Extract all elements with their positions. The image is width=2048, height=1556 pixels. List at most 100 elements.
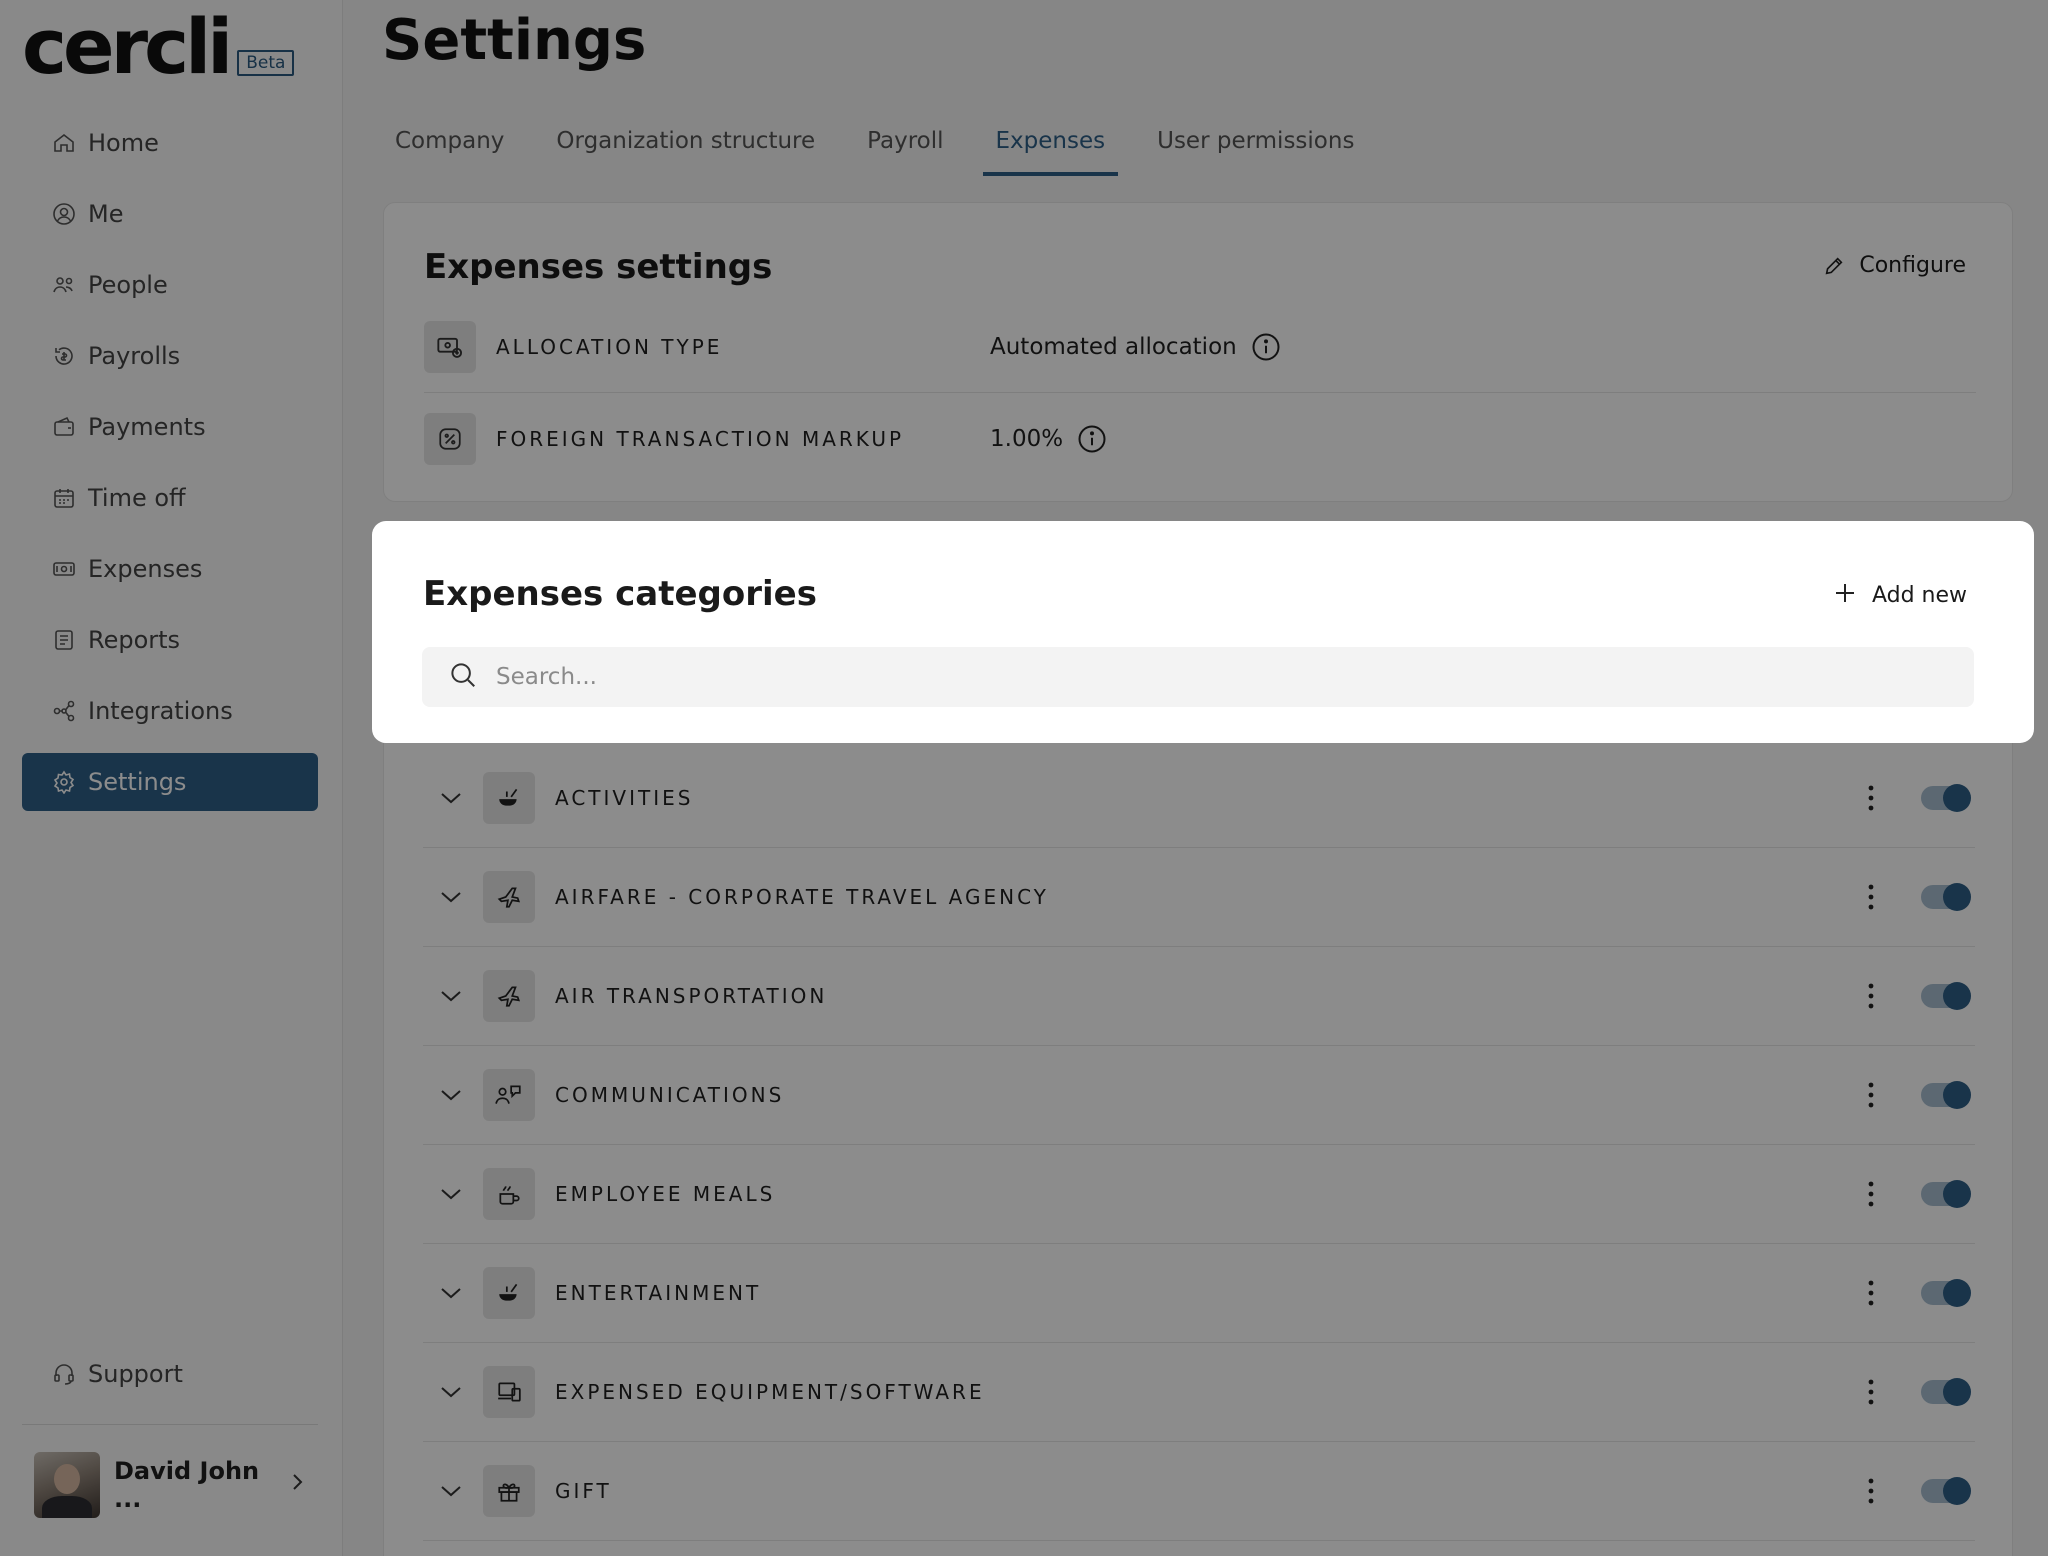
kebab-menu-icon[interactable] — [1851, 1478, 1891, 1504]
device-icon — [483, 1366, 535, 1418]
list-item[interactable]: EMPLOYEE MEALS — [423, 1145, 1975, 1244]
user-circle-icon — [50, 200, 78, 228]
search-bar[interactable] — [422, 647, 1974, 707]
allocation-icon — [424, 320, 476, 373]
user-name: David John ... — [114, 1457, 260, 1513]
kebab-menu-icon[interactable] — [1851, 983, 1891, 1009]
money-icon — [50, 555, 78, 583]
tab-user-permissions[interactable]: User permissions — [1144, 118, 1367, 176]
user-profile[interactable]: David John ... — [34, 1452, 304, 1518]
sidebar-item-label: Payments — [88, 413, 206, 441]
kebab-menu-icon[interactable] — [1851, 785, 1891, 811]
allocation-type-label: ALLOCATION TYPE — [496, 334, 723, 359]
foreign-markup-label: FOREIGN TRANSACTION MARKUP — [496, 427, 905, 451]
sidebar-item-label: Reports — [88, 626, 181, 654]
category-toggle[interactable] — [1921, 1081, 1971, 1109]
chevron-right-icon — [290, 1472, 304, 1498]
kebab-menu-icon[interactable] — [1851, 1280, 1891, 1306]
support-link[interactable]: Support — [22, 1345, 318, 1403]
cercli-logo[interactable]: cercli Beta — [22, 2, 295, 91]
gear-icon — [50, 768, 78, 796]
chevron-down-icon[interactable] — [423, 791, 479, 805]
allocation-type-value: Automated allocation — [990, 332, 1281, 362]
list-item[interactable]: EXPENSED EQUIPMENT/SOFTWARE — [423, 1343, 1975, 1442]
chevron-down-icon[interactable] — [423, 1484, 479, 1498]
category-toggle[interactable] — [1921, 1477, 1971, 1505]
category-toggle[interactable] — [1921, 1180, 1971, 1208]
sidebar-item-label: Settings — [88, 768, 187, 796]
kebab-menu-icon[interactable] — [1851, 1082, 1891, 1108]
sidebar-item-label: Home — [88, 129, 159, 157]
logo-text: cercli — [22, 2, 233, 91]
foreign-markup-row: FOREIGN TRANSACTION MARKUP 1.00% — [424, 393, 1976, 485]
add-new-button[interactable]: Add new — [1834, 580, 1967, 610]
people-icon — [50, 271, 78, 299]
sidebar-item-payrolls[interactable]: Payrolls — [22, 327, 318, 385]
sidebar-nav: Home Me People Payrolls Payments Time of… — [22, 114, 318, 824]
chevron-down-icon[interactable] — [423, 1088, 479, 1102]
sidebar-item-people[interactable]: People — [22, 256, 318, 314]
category-label: ACTIVITIES — [555, 786, 694, 810]
home-icon — [50, 129, 78, 157]
sidebar-item-expenses[interactable]: Expenses — [22, 540, 318, 598]
sidebar-item-label: Integrations — [88, 697, 233, 725]
search-input[interactable] — [496, 664, 1896, 690]
sidebar-item-label: Payrolls — [88, 342, 181, 370]
category-toggle[interactable] — [1921, 1378, 1971, 1406]
expenses-settings-card: Expenses settings Configure ALLOCATION T… — [383, 202, 2013, 502]
gift-icon — [483, 1465, 535, 1517]
sidebar-item-reports[interactable]: Reports — [22, 611, 318, 669]
beta-badge: Beta — [237, 50, 295, 76]
list-item[interactable]: GIFT — [423, 1442, 1975, 1541]
settings-tabs: Company Organization structure Payroll E… — [382, 118, 1393, 176]
list-item[interactable]: AIRFARE - CORPORATE TRAVEL AGENCY — [423, 848, 1975, 947]
percent-icon — [424, 413, 476, 465]
kebab-menu-icon[interactable] — [1851, 884, 1891, 910]
communications-icon — [483, 1069, 535, 1121]
allocation-type-text: Automated allocation — [990, 333, 1237, 360]
headset-icon — [50, 1360, 78, 1388]
sidebar-item-payments[interactable]: Payments — [22, 398, 318, 456]
category-toggle[interactable] — [1921, 883, 1971, 911]
list-item[interactable]: ENTERTAINMENT — [423, 1244, 1975, 1343]
highlighted-section: Expenses categories Add new — [372, 521, 2034, 743]
activities-icon — [483, 1267, 535, 1319]
category-toggle[interactable] — [1921, 982, 1971, 1010]
foreign-markup-value: 1.00% — [990, 424, 1107, 454]
category-toggle[interactable] — [1921, 1279, 1971, 1307]
configure-button[interactable]: Configure — [1823, 253, 1966, 278]
list-item[interactable]: COMMUNICATIONS — [423, 1046, 1975, 1145]
category-label: EXPENSED EQUIPMENT/SOFTWARE — [555, 1380, 985, 1404]
calendar-icon — [50, 484, 78, 512]
chevron-down-icon[interactable] — [423, 890, 479, 904]
meal-icon — [483, 1168, 535, 1220]
sidebar: cercli Beta Home Me People Payrolls Paym… — [0, 0, 343, 1556]
sidebar-item-me[interactable]: Me — [22, 185, 318, 243]
chevron-down-icon[interactable] — [423, 1385, 479, 1399]
sidebar-item-home[interactable]: Home — [22, 114, 318, 172]
sidebar-item-label: Expenses — [88, 555, 203, 583]
category-label: GIFT — [555, 1479, 612, 1503]
sidebar-item-time-off[interactable]: Time off — [22, 469, 318, 527]
sidebar-divider — [22, 1424, 318, 1425]
chevron-down-icon[interactable] — [423, 1187, 479, 1201]
list-item[interactable]: AIR TRANSPORTATION — [423, 947, 1975, 1046]
configure-label: Configure — [1859, 253, 1966, 278]
tab-payroll[interactable]: Payroll — [854, 118, 956, 176]
expenses-categories-title: Expenses categories — [423, 574, 817, 614]
sidebar-item-settings[interactable]: Settings — [22, 753, 318, 811]
kebab-menu-icon[interactable] — [1851, 1181, 1891, 1207]
info-icon[interactable] — [1251, 332, 1281, 362]
tab-organization-structure[interactable]: Organization structure — [543, 118, 828, 176]
plane-icon — [483, 871, 535, 923]
kebab-menu-icon[interactable] — [1851, 1379, 1891, 1405]
category-toggle[interactable] — [1921, 784, 1971, 812]
sidebar-item-integrations[interactable]: Integrations — [22, 682, 318, 740]
expenses-settings-title: Expenses settings — [424, 247, 773, 287]
tab-expenses[interactable]: Expenses — [982, 118, 1119, 176]
chevron-down-icon[interactable] — [423, 989, 479, 1003]
tab-company[interactable]: Company — [382, 118, 517, 176]
chevron-down-icon[interactable] — [423, 1286, 479, 1300]
info-icon[interactable] — [1077, 424, 1107, 454]
sidebar-item-label: People — [88, 271, 168, 299]
